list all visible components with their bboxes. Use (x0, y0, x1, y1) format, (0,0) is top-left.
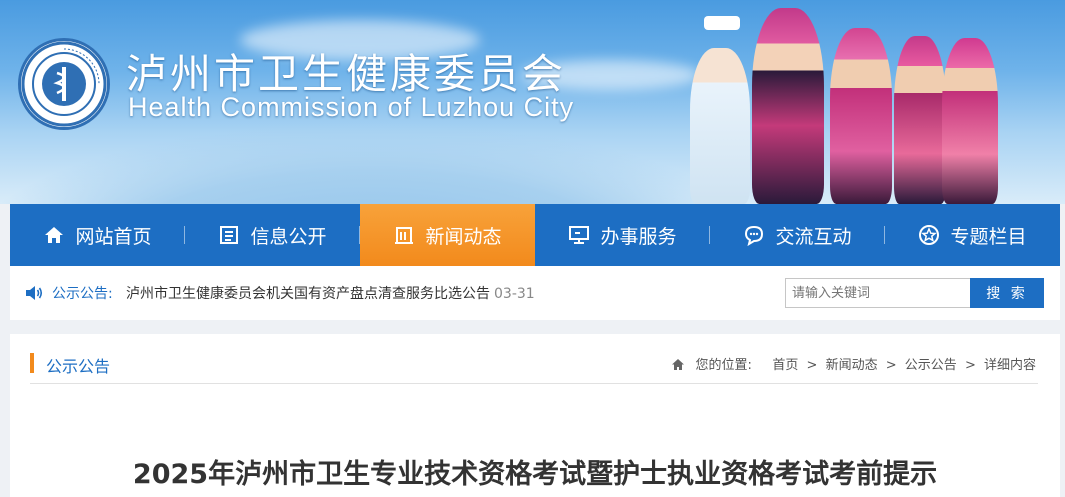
search-button[interactable]: 搜 索 (970, 278, 1044, 308)
nav-label: 交流互动 (775, 225, 852, 248)
nav-item-interaction[interactable]: 交流互动 (710, 204, 885, 266)
breadcrumb-separator: > (964, 358, 976, 373)
health-commission-emblem-icon (21, 41, 107, 127)
site-title-english: Health Commission of Luzhou City (128, 92, 575, 122)
notice-link[interactable]: 泸州市卫生健康委员会机关国有资产盘点清查服务比选公告 03-31 (126, 283, 535, 303)
document-list-icon (220, 226, 239, 244)
speaker-icon (26, 286, 43, 300)
home-icon (45, 227, 64, 243)
breadcrumb-item-news[interactable]: 新闻动态 (826, 358, 878, 373)
main-content: 公示公告 您的位置: 首页 > 新闻动态 > 公示公告 > 详细内容 2025年… (10, 334, 1060, 497)
monitor-icon (569, 226, 590, 244)
breadcrumb-prefix: 您的位置: (695, 358, 752, 373)
section-title: 公示公告 (46, 357, 111, 376)
article-title: 2025年泸州市卫生专业技术资格考试暨护士执业资格考试考前提示 (132, 459, 938, 490)
nav-label: 信息公开 (250, 225, 327, 248)
main-nav: 网站首页 信息公开 新闻动态 办事服务 交流互动 专题栏目 (10, 204, 1060, 266)
notice-bar: 公示公告: 泸州市卫生健康委员会机关国有资产盘点清查服务比选公告03-31 搜 … (10, 266, 1060, 320)
chat-bubble-icon (745, 225, 764, 246)
notice-text: 泸州市卫生健康委员会机关国有资产盘点清查服务比选公告 (126, 286, 490, 302)
star-circle-icon (919, 225, 940, 245)
nav-item-special-topics[interactable]: 专题栏目 (885, 204, 1060, 266)
site-title-chinese: 泸州市卫生健康委员会 (126, 50, 566, 98)
search-input[interactable] (785, 278, 971, 308)
nav-item-home[interactable]: 网站首页 (10, 204, 185, 266)
nav-label: 办事服务 (600, 225, 677, 248)
header-banner: 泸州市卫生健康委员会 Health Commission of Luzhou C… (0, 0, 1065, 204)
nav-item-news[interactable]: 新闻动态 (360, 204, 535, 266)
home-icon (672, 359, 685, 370)
notice-date: 03-31 (494, 286, 535, 302)
building-icon (395, 227, 414, 244)
breadcrumb-separator: > (885, 358, 897, 373)
nav-label: 专题栏目 (950, 225, 1027, 248)
notice-label: 公示公告: (52, 286, 113, 302)
site-logo[interactable] (18, 38, 110, 130)
nav-label: 新闻动态 (425, 225, 502, 248)
nav-item-info-disclosure[interactable]: 信息公开 (185, 204, 360, 266)
section-header: 公示公告 您的位置: 首页 > 新闻动态 > 公示公告 > 详细内容 (30, 348, 1038, 384)
nav-item-services[interactable]: 办事服务 (535, 204, 710, 266)
breadcrumb-item-detail: 详细内容 (983, 358, 1036, 373)
section-marker (30, 353, 34, 373)
breadcrumb: 您的位置: 首页 > 新闻动态 > 公示公告 > 详细内容 (671, 354, 1038, 373)
breadcrumb-separator: > (806, 358, 818, 373)
nav-label: 网站首页 (75, 225, 152, 248)
breadcrumb-item-home[interactable]: 首页 (772, 358, 798, 373)
banner-photo (680, 8, 1000, 204)
breadcrumb-item-notice[interactable]: 公示公告 (905, 358, 957, 373)
